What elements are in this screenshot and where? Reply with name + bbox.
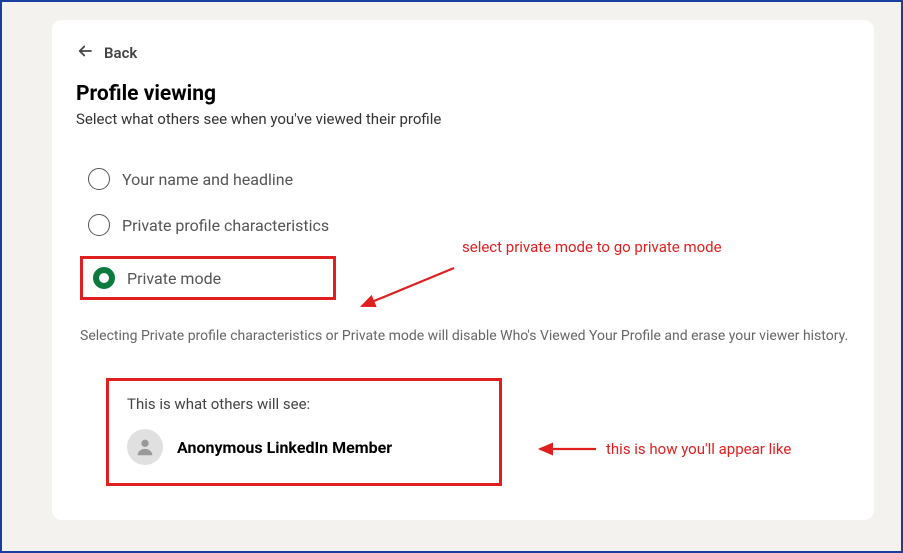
page-title: Profile viewing bbox=[76, 82, 850, 106]
annotation-arrow-icon bbox=[534, 440, 604, 458]
back-arrow-icon bbox=[76, 42, 94, 64]
avatar-icon bbox=[127, 429, 163, 465]
preview-box: This is what others will see: Anonymous … bbox=[106, 378, 502, 486]
radio-option-private-characteristics[interactable]: Private profile characteristics bbox=[80, 210, 850, 240]
preview-heading: This is what others will see: bbox=[127, 395, 481, 413]
radio-option-private-mode[interactable]: Private mode bbox=[80, 256, 336, 300]
disclaimer-text: Selecting Private profile characteristic… bbox=[80, 328, 850, 344]
page-subtitle: Select what others see when you've viewe… bbox=[76, 110, 850, 128]
radio-selected-icon bbox=[93, 267, 115, 289]
radio-group: Your name and headline Private profile c… bbox=[80, 164, 850, 300]
preview-name: Anonymous LinkedIn Member bbox=[177, 438, 392, 457]
settings-card: Back Profile viewing Select what others … bbox=[52, 20, 874, 520]
back-button[interactable]: Back bbox=[76, 42, 850, 64]
radio-label: Private mode bbox=[127, 269, 221, 288]
radio-label: Your name and headline bbox=[122, 170, 293, 189]
radio-icon bbox=[88, 214, 110, 236]
preview-row: Anonymous LinkedIn Member bbox=[127, 429, 481, 465]
radio-option-name-headline[interactable]: Your name and headline bbox=[80, 164, 850, 194]
back-label: Back bbox=[104, 44, 137, 62]
radio-label: Private profile characteristics bbox=[122, 216, 329, 235]
annotation-text-appear: this is how you'll appear like bbox=[606, 440, 791, 458]
radio-icon bbox=[88, 168, 110, 190]
